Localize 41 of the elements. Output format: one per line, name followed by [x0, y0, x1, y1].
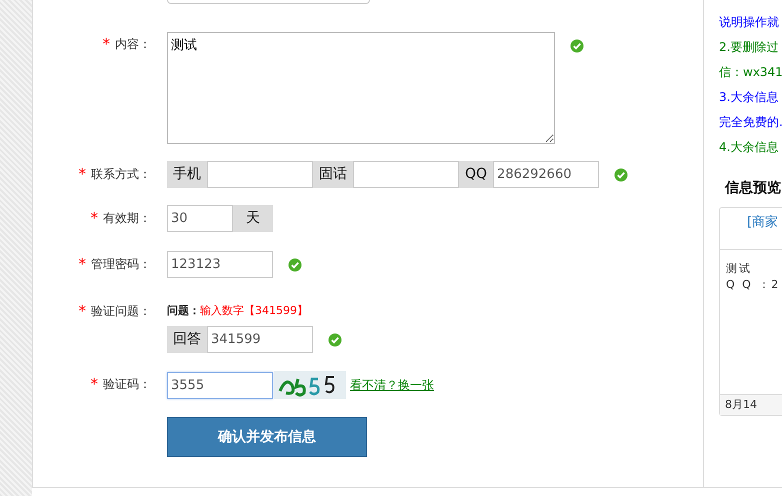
preview-line: Q Q ：2 [726, 277, 782, 293]
preview-heading: [商家 [747, 215, 778, 230]
content-field[interactable]: 测试 [167, 32, 555, 144]
field-label: 验证问题： [91, 304, 151, 318]
contact-field[interactable] [207, 161, 313, 188]
preview-line: 测试 [726, 261, 753, 277]
question-text: 输入数字【341599】 [200, 304, 308, 317]
required-mark: * [102, 37, 110, 51]
preview-title: 信息预览 [725, 179, 782, 197]
field-prefix: 手机 [167, 161, 207, 188]
field-suffix: 天 [233, 205, 273, 232]
required-mark: * [78, 167, 86, 181]
refresh-captcha-link[interactable]: 看不清？换一张 [350, 376, 434, 394]
captcha-field[interactable]: 3555 [167, 372, 273, 398]
field-label: 联系方式： [91, 167, 151, 181]
notice-text: 2.要删除过 [719, 40, 780, 56]
field-prefix: QQ [459, 161, 494, 188]
submit-button[interactable]: 确认并发布信息 [167, 417, 367, 457]
preview-date: 8月14 [725, 398, 757, 411]
notice-text: 完全免费的. [719, 115, 782, 131]
notice-text: 3.大余信息 [719, 90, 780, 106]
notice-text: 说明操作就 [719, 15, 780, 31]
field-label: 管理密码： [91, 257, 151, 271]
validity-field[interactable]: 30 [167, 205, 233, 232]
password-field[interactable]: 123123 [167, 251, 273, 278]
select-field[interactable] [167, 0, 370, 4]
question-label: 问题： [167, 304, 200, 317]
contact-field[interactable]: 286292660 [493, 161, 600, 188]
required-mark: * [78, 257, 86, 271]
contact-field[interactable] [353, 161, 459, 188]
required-mark: * [90, 211, 98, 225]
required-mark: * [78, 304, 86, 318]
field-prefix: 回答 [167, 326, 207, 353]
field-label: 有效期： [103, 211, 151, 225]
required-mark: * [90, 377, 98, 391]
notice-text: 4.大余信息 [719, 140, 780, 156]
field-label: 内容： [115, 37, 151, 51]
field-prefix: 固话 [313, 161, 353, 188]
notice-text: 信：wx341 [719, 65, 782, 81]
answer-field[interactable]: 341599 [207, 326, 313, 353]
field-label: 验证码： [103, 377, 151, 391]
